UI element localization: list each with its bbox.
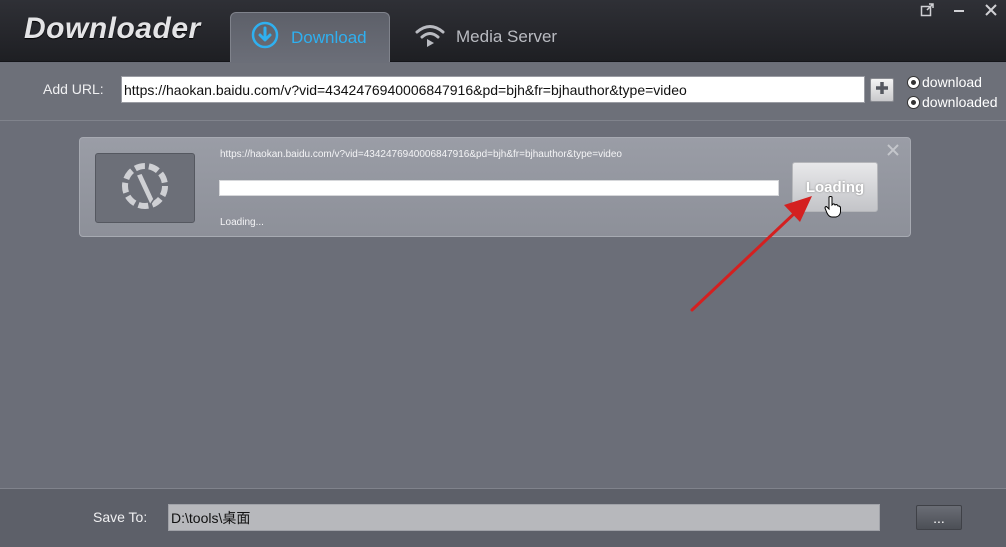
plus-icon	[874, 80, 890, 101]
tab-media-server-label: Media Server	[456, 27, 558, 46]
close-icon	[887, 143, 899, 161]
task-progress-bar	[219, 180, 779, 196]
tab-media-server[interactable]: Media Server	[412, 12, 582, 62]
save-to-label: Save To:	[93, 509, 148, 525]
radio-downloaded[interactable]: downloaded	[907, 92, 998, 112]
add-url-label: Add URL:	[43, 81, 104, 97]
close-window-button[interactable]	[982, 3, 1000, 21]
minimize-button[interactable]	[950, 3, 968, 21]
url-input[interactable]	[121, 76, 865, 103]
app-title: Downloader	[24, 12, 201, 45]
close-icon	[984, 3, 998, 22]
download-circle-icon	[251, 21, 279, 54]
remove-task-button[interactable]	[886, 143, 900, 161]
tab-download-label: Download	[291, 27, 367, 47]
video-placeholder-icon	[118, 159, 172, 218]
save-path-input[interactable]	[168, 504, 880, 531]
url-row: Add URL:	[0, 63, 1006, 121]
hand-cursor-icon	[824, 196, 842, 223]
radio-download[interactable]: download	[907, 72, 998, 92]
bottom-bar: Save To: ...	[0, 488, 1006, 547]
task-url: https://haokan.baidu.com/v?vid=434247694…	[220, 149, 622, 160]
radio-download-label: download	[922, 74, 982, 90]
browse-button[interactable]: ...	[916, 505, 962, 530]
tab-download[interactable]: Download	[230, 12, 390, 62]
video-thumbnail	[95, 153, 195, 223]
radio-dot	[907, 75, 920, 89]
wifi-icon	[414, 21, 446, 54]
task-status: Loading...	[220, 217, 264, 228]
filter-radio-group: download downloaded	[907, 72, 998, 112]
window-controls	[918, 2, 1000, 22]
radio-dot	[907, 95, 920, 109]
radio-downloaded-label: downloaded	[922, 94, 998, 110]
minimize-icon	[952, 3, 966, 22]
add-url-button[interactable]	[870, 78, 894, 102]
popout-button[interactable]	[918, 2, 936, 22]
popout-icon	[920, 2, 934, 22]
download-task-card: https://haokan.baidu.com/v?vid=434247694…	[79, 137, 911, 237]
title-bar: Downloader Download Media Server	[0, 0, 1006, 62]
